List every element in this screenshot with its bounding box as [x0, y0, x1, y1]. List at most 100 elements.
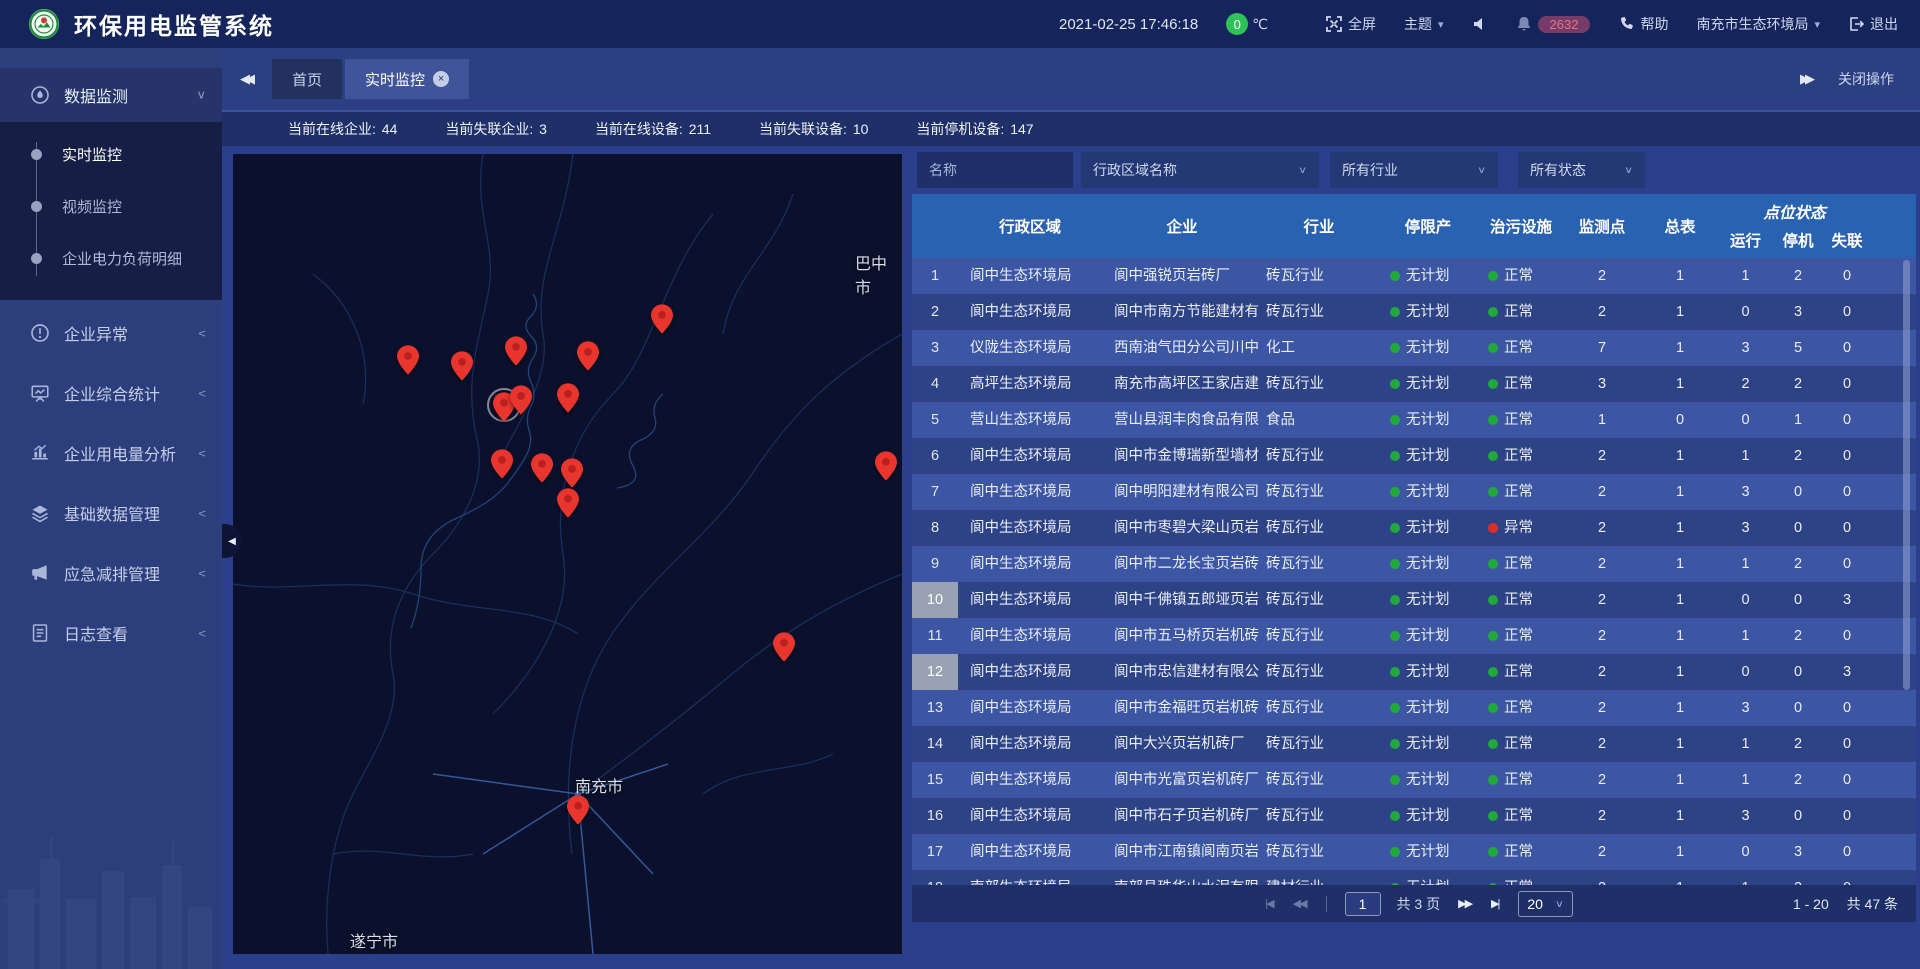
filter-bar: 行政区域名称 ∨ 所有行业 ∨ 所有状态 ∨	[912, 152, 1916, 188]
sidebar-item-2[interactable]: 企业异常<	[0, 306, 222, 360]
industry-filter-select[interactable]: 所有行业 ∨	[1330, 152, 1498, 188]
row-offline: 0	[1823, 726, 1871, 762]
row-region: 阆中生态环境局	[958, 546, 1102, 582]
tab-realtime-monitor[interactable]: 实时监控 ×	[345, 59, 469, 99]
sidebar-item-label: 应急减排管理	[64, 561, 198, 585]
tabs-scroll-left-icon[interactable]: ◀◀	[240, 71, 250, 87]
map-pin-icon[interactable]	[557, 383, 579, 413]
column-header-offline: 失联	[1823, 229, 1871, 251]
sound-mute-button[interactable]	[1472, 16, 1488, 32]
table-row[interactable]: 3仪陇生态环境局西南油气田分公司川中化工无计划正常71350	[912, 330, 1916, 366]
row-meters: 1	[1642, 582, 1718, 618]
chevron-down-icon: ∨	[1624, 164, 1633, 175]
table-row[interactable]: 10阆中生态环境局阆中千佛镇五郎垭页岩砖瓦行业无计划正常21003	[912, 582, 1916, 618]
chevron-left-icon: <	[198, 626, 206, 640]
row-region: 阆中生态环境局	[958, 582, 1102, 618]
sidebar-subitem-1[interactable]: 实时监控	[0, 128, 222, 180]
sidebar-item-6[interactable]: 应急减排管理<	[0, 546, 222, 600]
last-page-button[interactable]: ▶|	[1491, 897, 1498, 910]
map-pin-icon[interactable]	[651, 304, 673, 334]
theme-dropdown[interactable]: 主题▾	[1404, 14, 1444, 34]
region-filter-select[interactable]: 行政区域名称 ∨	[1081, 152, 1319, 188]
prev-page-button[interactable]: ◀◀	[1293, 897, 1306, 910]
map-pin-icon[interactable]	[510, 385, 532, 415]
row-index: 15	[912, 762, 958, 798]
map-pin-icon[interactable]	[557, 488, 579, 518]
table-row[interactable]: 2阆中生态环境局阆中市南方节能建材有砖瓦行业无计划正常21030	[912, 294, 1916, 330]
map-pin-icon[interactable]	[531, 453, 553, 483]
sidebar-item-3[interactable]: 企业综合统计<	[0, 366, 222, 420]
table-row[interactable]: 1阆中生态环境局阆中强锐页岩砖厂砖瓦行业无计划正常21120	[912, 258, 1916, 294]
row-meters: 1	[1642, 330, 1718, 366]
table-scrollbar[interactable]	[1903, 260, 1910, 690]
table-row[interactable]: 15阆中生态环境局阆中市光富页岩机砖厂砖瓦行业无计划正常21120	[912, 762, 1916, 798]
map-pin-icon[interactable]	[577, 341, 599, 371]
sidebar-item-1[interactable]: 数据监测∨	[0, 68, 222, 122]
map-pin-icon[interactable]	[875, 451, 897, 481]
page-number-input[interactable]: 1	[1345, 892, 1381, 916]
close-operations-dropdown[interactable]: 关闭操作	[1838, 69, 1894, 89]
fullscreen-button[interactable]: 全屏	[1326, 14, 1376, 34]
logout-button[interactable]: 退出	[1848, 14, 1898, 34]
status-filter-select[interactable]: 所有状态 ∨	[1518, 152, 1645, 188]
stat-item: 当前失联设备: 10	[759, 119, 868, 139]
table-row[interactable]: 16阆中生态环境局阆中市石子页岩机砖厂砖瓦行业无计划正常21300	[912, 798, 1916, 834]
first-page-button[interactable]: |◀	[1265, 897, 1272, 910]
row-limit-status: 无计划	[1376, 834, 1480, 870]
status-dot-icon	[1390, 631, 1400, 641]
row-region: 阆中生态环境局	[958, 726, 1102, 762]
tabs-scroll-right-icon[interactable]: ▶▶	[1800, 71, 1810, 87]
row-running: 1	[1718, 762, 1773, 798]
row-limit-status: 无计划	[1376, 546, 1480, 582]
map-pin-icon[interactable]	[451, 351, 473, 381]
tab-home[interactable]: 首页	[272, 59, 342, 99]
map-pin-icon[interactable]	[561, 458, 583, 488]
sidebar-item-label: 企业综合统计	[64, 381, 198, 405]
close-icon[interactable]: ×	[433, 71, 449, 87]
status-dot-icon	[1488, 523, 1498, 533]
row-points: 2	[1562, 510, 1642, 546]
map-pin-icon[interactable]	[567, 795, 589, 825]
row-meters: 1	[1642, 690, 1718, 726]
map-pin-icon[interactable]	[773, 632, 795, 662]
next-page-button[interactable]: ▶▶	[1458, 897, 1471, 910]
table-row[interactable]: 7阆中生态环境局阆中明阳建材有限公司砖瓦行业无计划正常21300	[912, 474, 1916, 510]
table-row[interactable]: 13阆中生态环境局阆中市金福旺页岩机砖砖瓦行业无计划正常21300	[912, 690, 1916, 726]
row-facility-status: 正常	[1480, 618, 1562, 654]
sidebar-subitem-3[interactable]: 企业电力负荷明细	[0, 232, 222, 284]
table-row[interactable]: 12阆中生态环境局阆中市忠信建材有限公砖瓦行业无计划正常21003	[912, 654, 1916, 690]
map-pin-icon[interactable]	[491, 449, 513, 479]
sidebar-subitem-2[interactable]: 视频监控	[0, 180, 222, 232]
map-pin-icon[interactable]	[397, 345, 419, 375]
row-company: 阆中千佛镇五郎垭页岩	[1102, 582, 1262, 618]
row-region: 南部生态环境局	[958, 870, 1102, 885]
stats-bar: 当前在线企业: 44当前失联企业: 3当前在线设备: 211当前失联设备: 10…	[222, 110, 1920, 146]
sidebar-item-5[interactable]: 基础数据管理<	[0, 486, 222, 540]
table-row[interactable]: 5营山生态环境局营山县润丰肉食品有限食品无计划正常10010	[912, 402, 1916, 438]
sidebar-item-7[interactable]: 日志查看<	[0, 606, 222, 660]
page-size-select[interactable]: 20 ∨	[1518, 891, 1572, 917]
row-company: 阆中市二龙长宝页岩砖	[1102, 546, 1262, 582]
row-meters: 0	[1642, 402, 1718, 438]
stat-item: 当前停机设备: 147	[916, 119, 1033, 139]
row-index: 5	[912, 402, 958, 438]
map-panel[interactable]: 巴中市南充市遂宁市	[233, 154, 902, 954]
status-dot-icon	[1488, 703, 1498, 713]
row-running: 1	[1718, 258, 1773, 294]
table-row[interactable]: 9阆中生态环境局阆中市二龙长宝页岩砖砖瓦行业无计划正常21120	[912, 546, 1916, 582]
table-row[interactable]: 17阆中生态环境局阆中市江南镇阆南页岩砖瓦行业无计划正常21030	[912, 834, 1916, 870]
table-row[interactable]: 6阆中生态环境局阆中市金博瑞新型墙材砖瓦行业无计划正常21120	[912, 438, 1916, 474]
org-dropdown[interactable]: 南充市生态环境局▾	[1696, 14, 1820, 34]
table-row[interactable]: 18南部生态环境局南部县珠华山水泥有限建材行业无计划正常21120	[912, 870, 1916, 885]
chevron-down-icon: ▾	[1814, 18, 1820, 31]
map-pin-icon[interactable]	[505, 336, 527, 366]
column-header-limit: 停限产	[1376, 215, 1480, 237]
notification-bell[interactable]: 2632	[1516, 16, 1591, 33]
table-row[interactable]: 8阆中生态环境局阆中市枣碧大梁山页岩砖瓦行业无计划异常21300	[912, 510, 1916, 546]
name-filter-input[interactable]	[917, 152, 1073, 188]
table-row[interactable]: 11阆中生态环境局阆中市五马桥页岩机砖砖瓦行业无计划正常21120	[912, 618, 1916, 654]
table-row[interactable]: 14阆中生态环境局阆中大兴页岩机砖厂砖瓦行业无计划正常21120	[912, 726, 1916, 762]
help-button[interactable]: 帮助	[1618, 14, 1668, 34]
sidebar-item-4[interactable]: 企业用电量分析<	[0, 426, 222, 480]
table-row[interactable]: 4高坪生态环境局南充市高坪区王家店建砖瓦行业无计划正常31220	[912, 366, 1916, 402]
